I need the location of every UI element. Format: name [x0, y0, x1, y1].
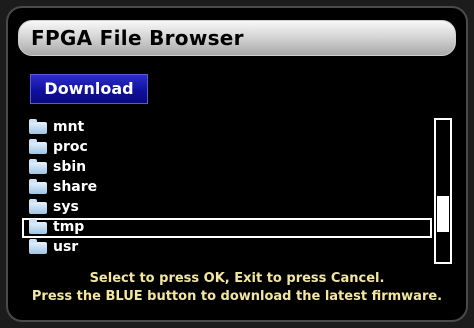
file-browser-window: FPGA File Browser Download mnt proc sbin… — [6, 6, 468, 322]
file-name: sbin — [53, 159, 87, 175]
folder-icon — [29, 139, 47, 154]
file-row-sbin[interactable]: sbin — [22, 158, 432, 178]
file-row-mnt[interactable]: mnt — [22, 118, 432, 138]
file-row-sys[interactable]: sys — [22, 198, 432, 218]
file-name: proc — [53, 139, 88, 155]
file-name: tmp — [53, 219, 85, 235]
file-name: usr — [53, 239, 79, 255]
file-row-usr[interactable]: usr — [22, 238, 432, 258]
folder-icon — [29, 239, 47, 254]
file-row-share[interactable]: share — [22, 178, 432, 198]
help-line-download: Press the BLUE button to download the la… — [31, 289, 443, 304]
folder-icon — [29, 119, 47, 134]
help-text: Select to press OK, Exit to press Cancel… — [8, 270, 466, 306]
file-name: share — [53, 179, 98, 195]
scrollbar[interactable] — [434, 118, 452, 264]
folder-icon — [29, 159, 47, 174]
folder-icon — [29, 219, 47, 234]
file-name: sys — [53, 199, 79, 215]
window-title: FPGA File Browser — [31, 26, 244, 50]
download-button[interactable]: Download — [30, 74, 148, 104]
help-line-ok-cancel: Select to press OK, Exit to press Cancel… — [89, 271, 385, 286]
file-row-tmp[interactable]: tmp — [22, 218, 432, 238]
folder-icon — [29, 179, 47, 194]
scroll-thumb[interactable] — [437, 196, 449, 232]
folder-icon — [29, 199, 47, 214]
file-row-proc[interactable]: proc — [22, 138, 432, 158]
file-name: mnt — [53, 119, 85, 135]
title-bar: FPGA File Browser — [18, 20, 456, 56]
